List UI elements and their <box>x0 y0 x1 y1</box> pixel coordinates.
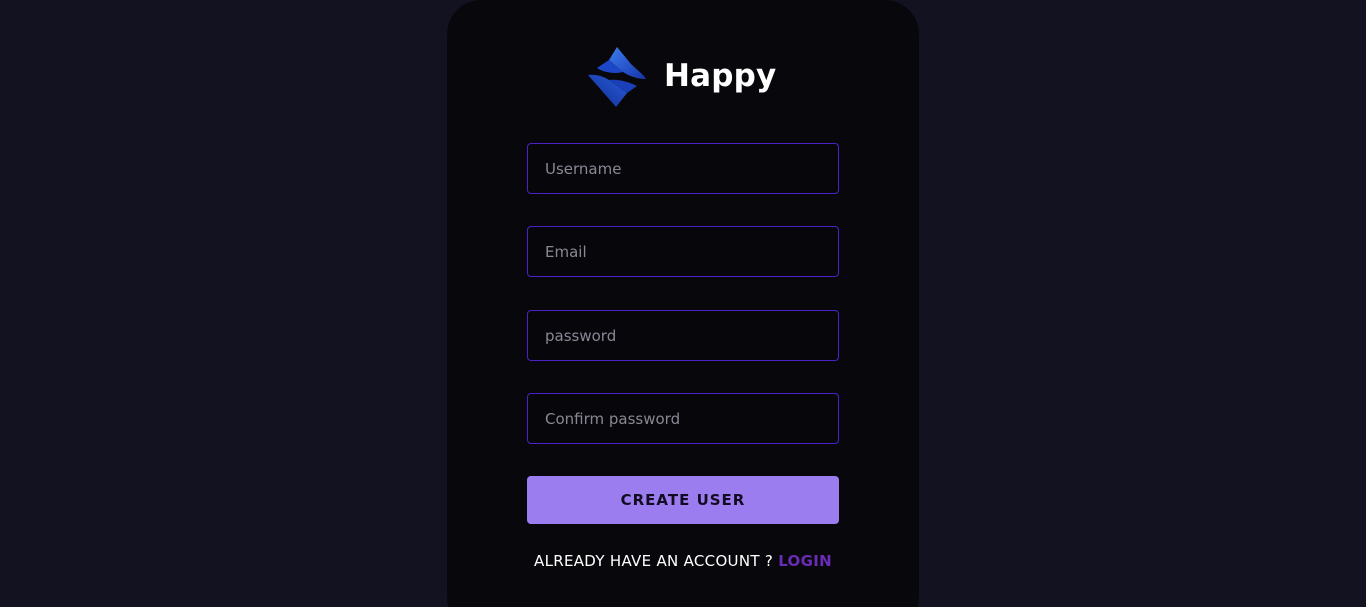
brand: Happy <box>587 46 776 108</box>
page: Happy CREATE USER ALREADY HAVE AN ACCOUN… <box>0 0 1366 607</box>
create-user-button[interactable]: CREATE USER <box>527 476 839 524</box>
brand-name: Happy <box>664 57 777 94</box>
happy-logo-icon <box>588 47 646 107</box>
login-prompt-text: ALREADY HAVE AN ACCOUNT ? <box>534 552 774 570</box>
signup-card: Happy CREATE USER ALREADY HAVE AN ACCOUN… <box>447 0 919 607</box>
login-prompt: ALREADY HAVE AN ACCOUNT ? LOGIN <box>527 552 839 570</box>
username-input[interactable] <box>527 143 839 194</box>
email-input[interactable] <box>527 226 839 277</box>
confirm-password-input[interactable] <box>527 393 839 444</box>
password-input[interactable] <box>527 310 839 361</box>
login-link[interactable]: LOGIN <box>778 552 832 570</box>
